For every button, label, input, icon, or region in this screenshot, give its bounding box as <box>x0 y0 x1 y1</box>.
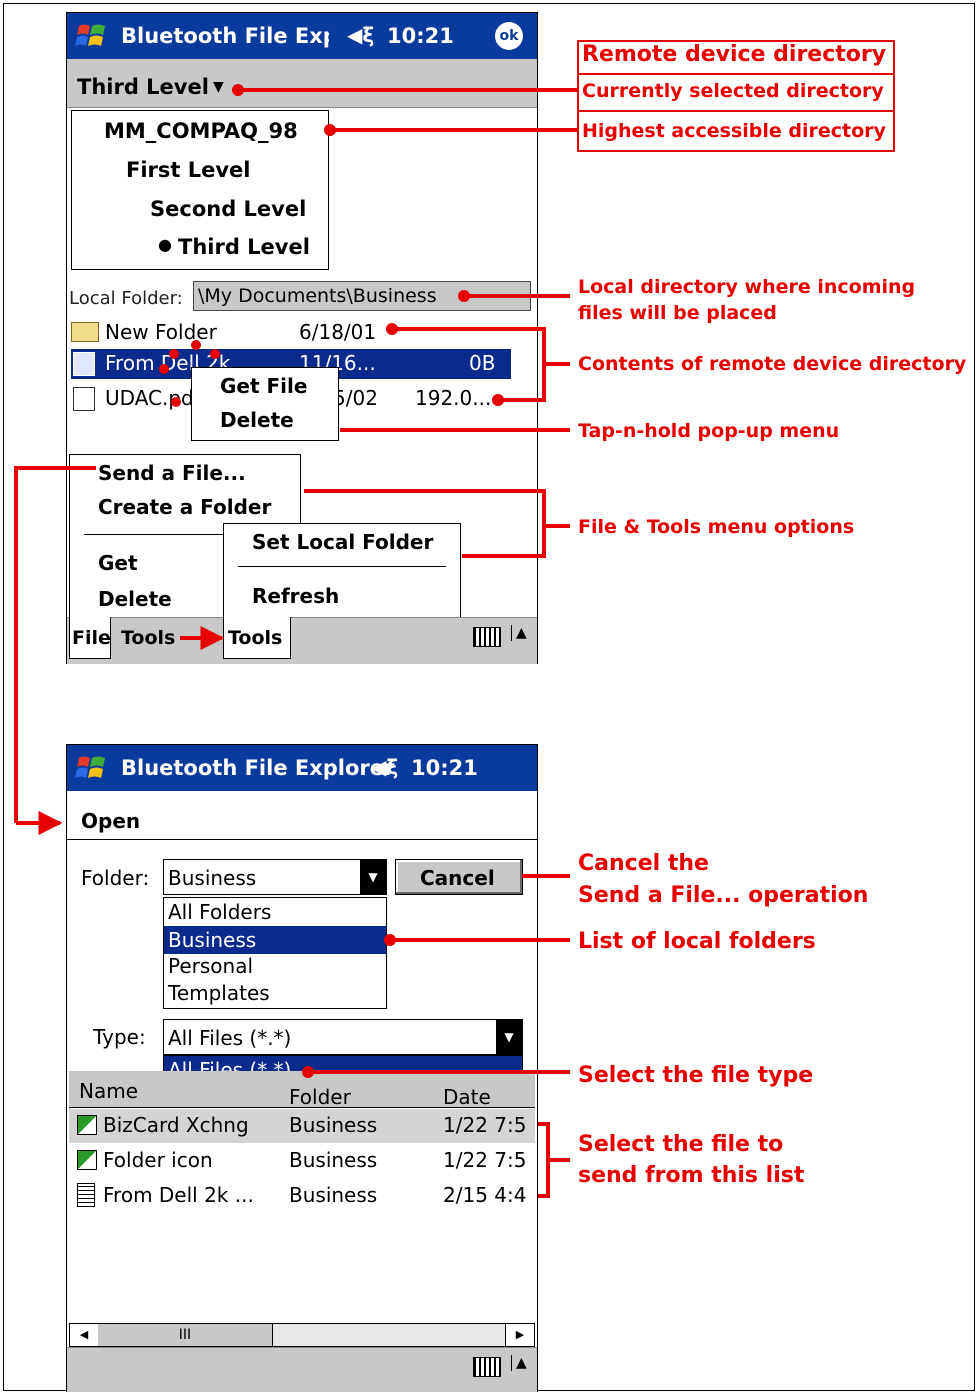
annotation-leader-lines <box>14 84 577 1198</box>
